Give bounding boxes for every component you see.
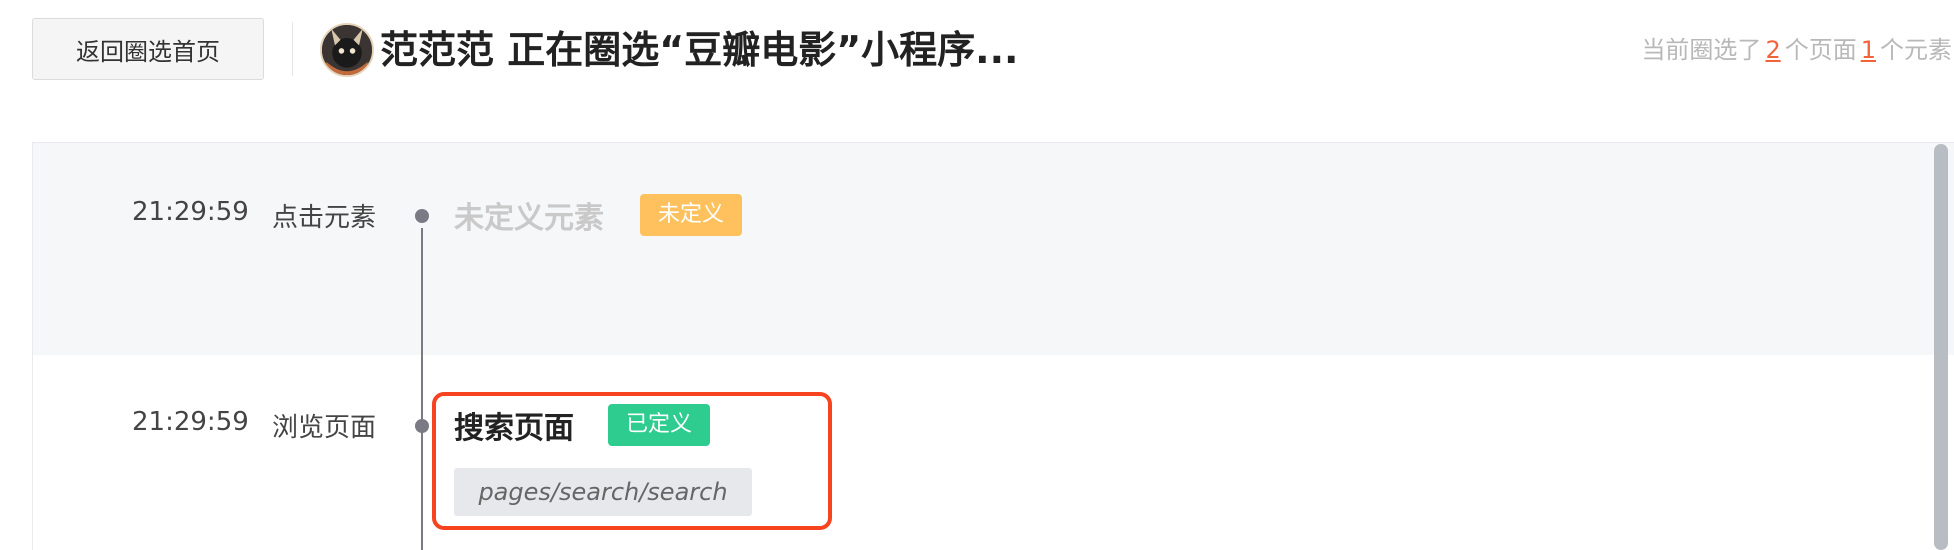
status-badge-undefined: 未定义 [640, 194, 743, 236]
event-time: 21:29:59 [132, 407, 249, 437]
timeline-dot [415, 419, 429, 433]
avatar-icon [322, 25, 372, 75]
event-action: 浏览页面 [272, 413, 377, 443]
timeline-row [33, 355, 1954, 550]
avatar [320, 23, 374, 77]
vertical-scrollbar[interactable] [1934, 144, 1948, 550]
timeline-row [33, 143, 1954, 355]
pages-count[interactable]: 2 [1761, 36, 1784, 64]
elements-label: 个元素 [1880, 36, 1952, 64]
status-badge-defined: 已定义 [608, 404, 711, 446]
timeline-line [421, 228, 423, 550]
page-name[interactable]: 搜索页面 [454, 403, 574, 447]
header: 返回圈选首页 范范范 正在圈选“豆瓣电影”小程序... 当前圈选了 2 个页面 1 个元… [0, 0, 1954, 100]
timeline-dot [415, 209, 429, 223]
back-to-home-button[interactable]: 返回圈选首页 [32, 18, 264, 80]
stats-prefix: 当前圈选了 [1641, 36, 1762, 64]
event-time: 21:29:59 [132, 197, 249, 227]
event-action: 点击元素 [272, 203, 377, 233]
page-title: 范范范 正在圈选“豆瓣电影”小程序... [380, 28, 1019, 72]
element-name[interactable]: 未定义元素 [454, 193, 604, 237]
elements-count[interactable]: 1 [1857, 36, 1880, 64]
selection-stats: 当前圈选了 2 个页面 1 个元素 [1641, 30, 1952, 70]
pages-label: 个页面 [1784, 36, 1857, 64]
page-path-chip: pages/search/search [454, 468, 752, 516]
header-divider [292, 22, 293, 76]
